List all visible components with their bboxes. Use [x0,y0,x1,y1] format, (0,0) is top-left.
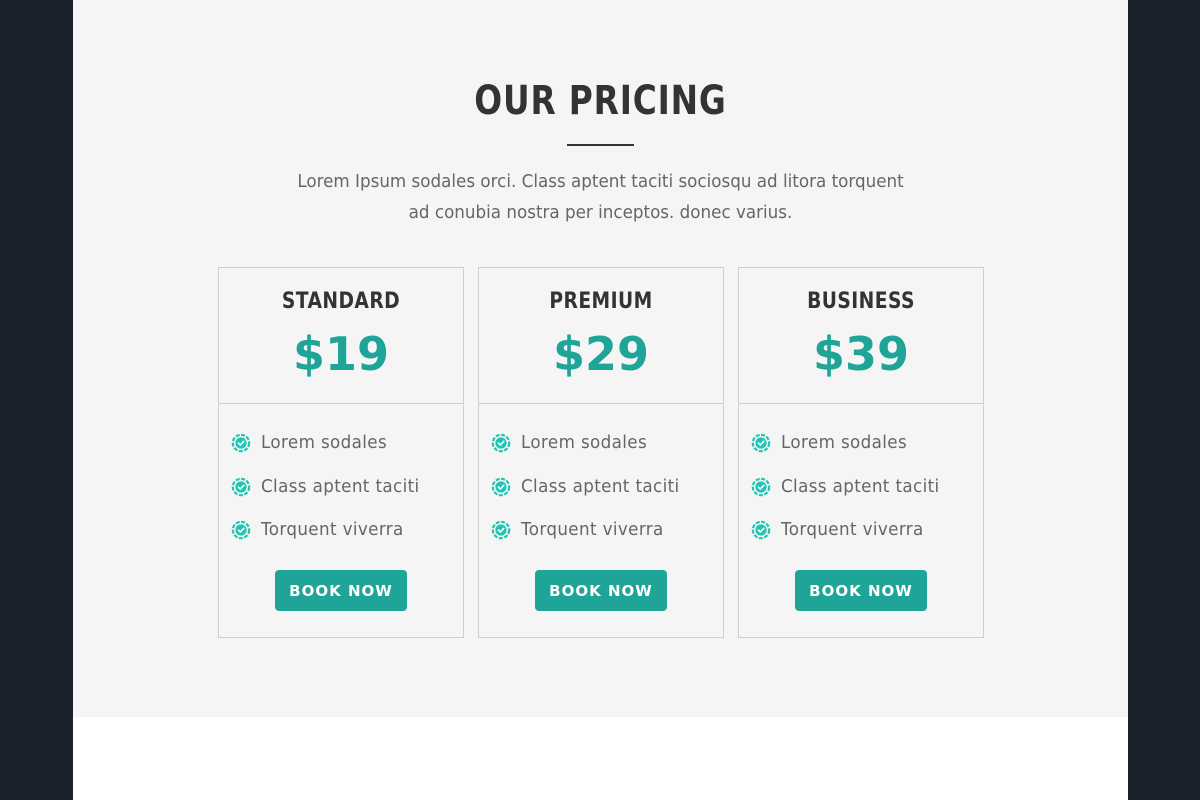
feature-label: Class aptent taciti [261,475,420,497]
section-description: Lorem Ipsum sodales orci. Class aptent t… [297,171,904,223]
card-header: BUSINESS $39 [739,268,983,404]
pricing-card-premium: PREMIUM $29 Lorem sodales Class aptent t… [478,267,724,638]
feature-label: Lorem sodales [781,432,908,453]
feature-label: Torquent viverra [521,519,664,540]
feature-label: Torquent viverra [261,519,404,540]
pricing-card-business: BUSINESS $39 Lorem sodales Class aptent … [738,267,984,638]
feature-item: Torquent viverra [739,516,983,560]
section-title: OUR PRICING [474,78,727,124]
feature-list: Lorem sodales Class aptent taciti Torque… [219,429,463,560]
book-now-button[interactable]: BOOK NOW [535,570,667,611]
plan-name: PREMIUM [549,289,653,314]
book-now-button[interactable]: BOOK NOW [795,570,927,611]
check-circle-icon [491,433,511,453]
feature-item: Lorem sodales [479,429,723,473]
feature-label: Class aptent taciti [521,475,680,497]
check-circle-icon [231,477,251,496]
plan-price: $39 [812,327,910,381]
feature-label: Torquent viverra [781,519,924,540]
pricing-card-standard: STANDARD $19 Lorem sodales Class aptent … [218,267,464,638]
check-circle-icon [231,433,251,453]
title-divider [567,144,634,146]
feature-item: Torquent viverra [219,516,463,560]
feature-label: Class aptent taciti [781,475,940,497]
feature-list: Lorem sodales Class aptent taciti Torque… [479,429,723,560]
check-circle-icon [491,520,511,540]
plan-price: $29 [552,327,650,381]
plan-name: BUSINESS [807,289,915,314]
feature-item: Class aptent taciti [479,473,723,517]
card-header: PREMIUM $29 [479,268,723,404]
card-header: STANDARD $19 [219,268,463,404]
feature-item: Lorem sodales [739,429,983,473]
feature-item: Class aptent taciti [739,473,983,517]
plan-price: $19 [292,327,390,381]
pricing-section: OUR PRICING Lorem Ipsum sodales orci. Cl… [73,0,1128,717]
feature-list: Lorem sodales Class aptent taciti Torque… [739,429,983,560]
feature-label: Lorem sodales [521,432,648,453]
plan-name: STANDARD [281,289,401,314]
feature-label: Lorem sodales [261,432,388,453]
feature-item: Lorem sodales [219,429,463,473]
check-circle-icon [751,520,771,540]
book-now-button[interactable]: BOOK NOW [275,570,407,611]
page-content: OUR PRICING Lorem Ipsum sodales orci. Cl… [73,0,1128,800]
check-circle-icon [751,477,771,496]
check-circle-icon [491,477,511,496]
check-circle-icon [231,520,251,540]
feature-item: Torquent viverra [479,516,723,560]
check-circle-icon [751,433,771,453]
feature-item: Class aptent taciti [219,473,463,517]
